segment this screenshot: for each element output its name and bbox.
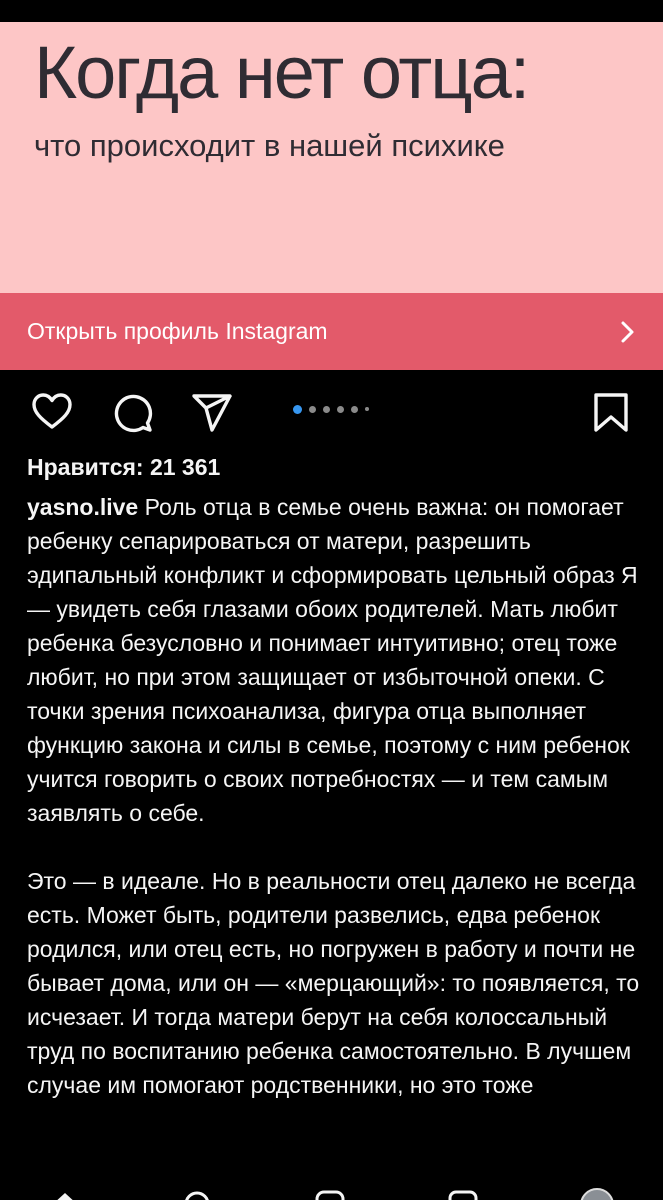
bookmark-icon (594, 393, 628, 432)
carousel-dot (293, 404, 302, 414)
caption-text: Роль отца в семье очень важна: он помога… (27, 494, 638, 826)
carousel-dot (365, 407, 369, 411)
carousel-dot (323, 405, 330, 413)
post-image[interactable]: Когда нет отца: что происходит в нашей п… (0, 22, 663, 293)
post-image-subtitle: что происходит в нашей психике (34, 128, 505, 163)
home-icon[interactable] (50, 1190, 80, 1200)
like-button[interactable] (30, 390, 74, 434)
reels-icon[interactable] (315, 1190, 345, 1200)
likes-count[interactable]: Нравится: 21 361 (27, 454, 220, 481)
heart-icon (32, 393, 72, 429)
caption-paragraph-2: Это — в идеале. Но в реальности отец дал… (27, 868, 640, 1098)
carousel-indicator (293, 404, 369, 414)
carousel-dot (309, 405, 316, 413)
status-area (0, 0, 663, 22)
post-caption: yasno.live Роль отца в семье очень важна… (27, 490, 642, 1102)
open-profile-label: Открыть профиль Instagram (27, 318, 328, 344)
share-icon (192, 394, 232, 432)
caption-paragraph: yasno.live Роль отца в семье очень важна… (27, 490, 642, 830)
carousel-dot (337, 405, 344, 413)
comment-icon (114, 394, 153, 433)
profile-avatar[interactable] (580, 1188, 614, 1200)
caption-username[interactable]: yasno.live (27, 494, 138, 520)
carousel-dot (351, 405, 358, 413)
search-icon[interactable] (183, 1190, 213, 1200)
bottom-navigation (0, 1180, 663, 1200)
post-image-title: Когда нет отца: (34, 31, 530, 114)
shop-icon[interactable] (448, 1190, 478, 1200)
chevron-right-icon (621, 321, 634, 342)
share-button[interactable] (190, 390, 234, 434)
comment-button[interactable] (110, 390, 154, 434)
save-button[interactable] (589, 390, 633, 434)
open-profile-button[interactable]: Открыть профиль Instagram (0, 293, 663, 370)
